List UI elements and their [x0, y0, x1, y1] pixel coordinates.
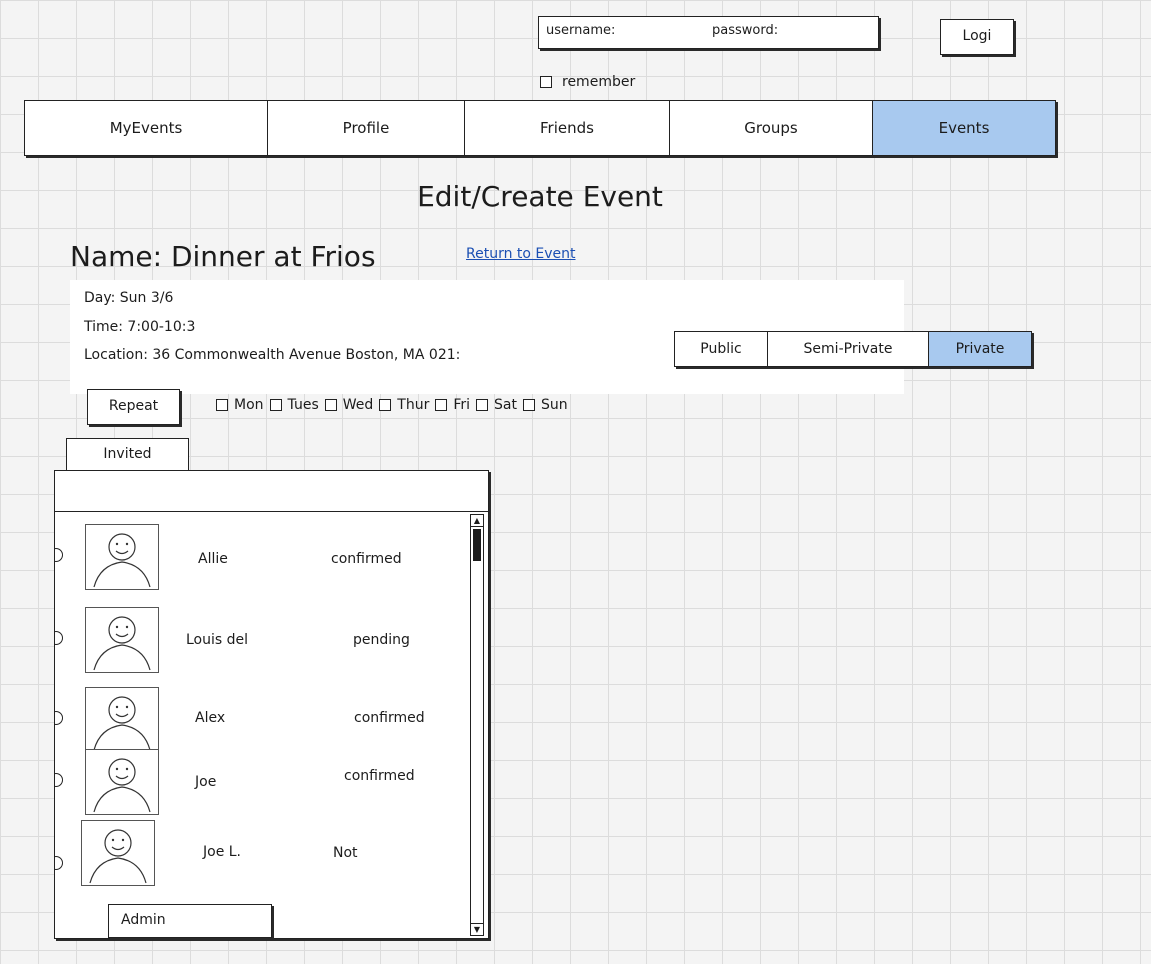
event-location[interactable]: Location: 36 Commonwealth Avenue Boston,… [84, 347, 460, 363]
person-name: Joe L. [203, 844, 242, 860]
person-status: confirmed [331, 551, 402, 567]
invited-tab[interactable]: Invited [66, 438, 189, 472]
tab-profile[interactable]: Profile [268, 101, 465, 155]
privacy-public[interactable]: Public [675, 332, 768, 366]
remember-row: remember [540, 74, 635, 90]
privacy-selector: Public Semi-Private Private [674, 331, 1032, 367]
username-field[interactable]: username: [546, 23, 615, 38]
scroll-thumb[interactable] [473, 529, 481, 561]
person-name: Louis del [186, 632, 249, 648]
person-name: Joe [195, 774, 217, 790]
tab-myevents[interactable]: MyEvents [25, 101, 268, 155]
admin-button[interactable]: Admin [108, 904, 272, 938]
thur-label: Thur [397, 397, 430, 413]
day-wed[interactable]: Wed [324, 397, 374, 413]
person-status: confirmed [354, 710, 425, 726]
person-status: pending [353, 632, 410, 648]
password-field[interactable]: password: [712, 23, 778, 38]
tab-events[interactable]: Events [873, 101, 1055, 155]
tab-groups[interactable]: Groups [670, 101, 873, 155]
login-button[interactable]: Logi [940, 19, 1014, 55]
invited-list-header [54, 470, 489, 513]
event-name: Name: Dinner at Frios [70, 240, 376, 273]
event-day[interactable]: Day: Sun 3/6 [84, 290, 173, 306]
day-mon[interactable]: Mon [216, 397, 264, 413]
person-name: Alex [195, 710, 226, 726]
sat-checkbox[interactable] [476, 399, 489, 411]
avatar [85, 607, 159, 673]
avatar [85, 524, 159, 590]
return-to-event-link[interactable]: Return to Event [466, 246, 576, 262]
remember-checkbox[interactable] [540, 76, 552, 88]
day-sun[interactable]: Sun [523, 397, 568, 413]
list-item[interactable]: Joe L. Not [55, 814, 455, 886]
repeat-button[interactable]: Repeat [87, 389, 180, 425]
weekday-selector: Mon Tues Wed Thur Fri Sat Sun [216, 397, 574, 413]
mon-checkbox[interactable] [216, 399, 228, 411]
tues-label: Tues [287, 397, 319, 413]
list-scrollbar[interactable]: ▲ ▼ [470, 514, 484, 936]
sun-label: Sun [541, 397, 568, 413]
scroll-down-arrow-icon[interactable]: ▼ [471, 923, 483, 935]
remember-label: remember [562, 74, 636, 90]
day-thur[interactable]: Thur [379, 397, 429, 413]
sat-label: Sat [494, 397, 517, 413]
invited-list: ▲ ▼ Allie confirmed Louis del pending Al… [54, 511, 489, 939]
tues-checkbox[interactable] [269, 399, 282, 411]
fri-label: Fri [453, 397, 471, 413]
day-fri[interactable]: Fri [435, 397, 470, 413]
list-item[interactable]: Allie confirmed [55, 518, 455, 590]
scroll-up-arrow-icon[interactable]: ▲ [471, 515, 483, 527]
wed-label: Wed [342, 397, 374, 413]
select-radio[interactable] [55, 711, 63, 725]
avatar [85, 749, 159, 815]
select-radio[interactable] [55, 773, 63, 787]
sun-checkbox[interactable] [523, 399, 535, 411]
select-radio[interactable] [55, 548, 63, 562]
day-sat[interactable]: Sat [476, 397, 517, 413]
mon-label: Mon [234, 397, 264, 413]
wed-checkbox[interactable] [324, 399, 337, 411]
fri-checkbox[interactable] [435, 399, 448, 411]
list-item[interactable]: Joe confirmed [55, 743, 455, 815]
person-status: confirmed [344, 768, 415, 784]
event-time[interactable]: Time: 7:00-10:3 [84, 319, 195, 335]
select-radio[interactable] [55, 856, 63, 870]
privacy-private[interactable]: Private [929, 332, 1031, 366]
select-radio[interactable] [55, 631, 63, 645]
main-nav: MyEvents Profile Friends Groups Events [24, 100, 1056, 156]
list-item[interactable]: Alex confirmed [55, 681, 455, 753]
list-item[interactable]: Louis del pending [55, 601, 455, 673]
thur-checkbox[interactable] [379, 399, 392, 411]
person-status: Not [333, 845, 358, 861]
page-title: Edit/Create Event [417, 180, 663, 213]
day-tues[interactable]: Tues [269, 397, 319, 413]
tab-friends[interactable]: Friends [465, 101, 670, 155]
privacy-semi-private[interactable]: Semi-Private [768, 332, 929, 366]
avatar [81, 820, 155, 886]
person-name: Allie [198, 551, 228, 567]
